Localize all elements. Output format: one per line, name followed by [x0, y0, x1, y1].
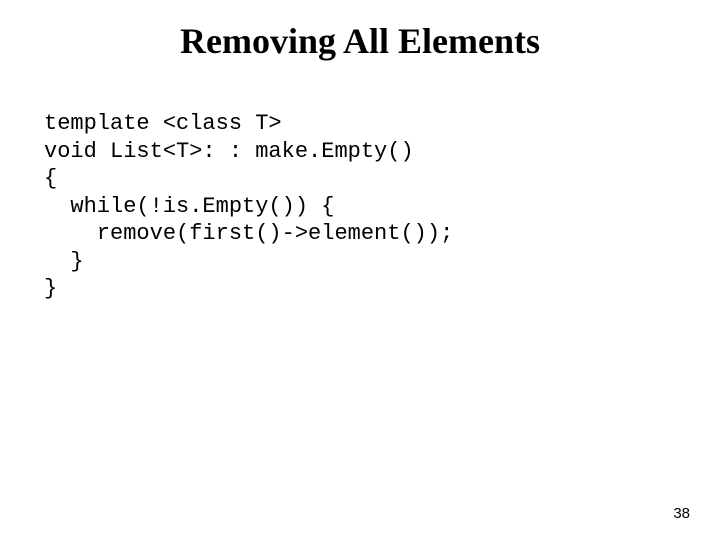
slide: Removing All Elements template <class T>…	[0, 0, 720, 540]
code-block: template <class T> void List<T>: : make.…	[44, 110, 676, 303]
page-number: 38	[673, 505, 690, 522]
code-line-5: remove(first()->element());	[44, 221, 453, 246]
slide-title: Removing All Elements	[0, 20, 720, 62]
code-line-7: }	[44, 276, 57, 301]
code-line-6: }	[44, 249, 84, 274]
code-line-1: template <class T>	[44, 111, 282, 136]
code-line-3: {	[44, 166, 57, 191]
code-line-2: void List<T>: : make.Empty()	[44, 139, 414, 164]
code-line-4: while(!is.Empty()) {	[44, 194, 334, 219]
